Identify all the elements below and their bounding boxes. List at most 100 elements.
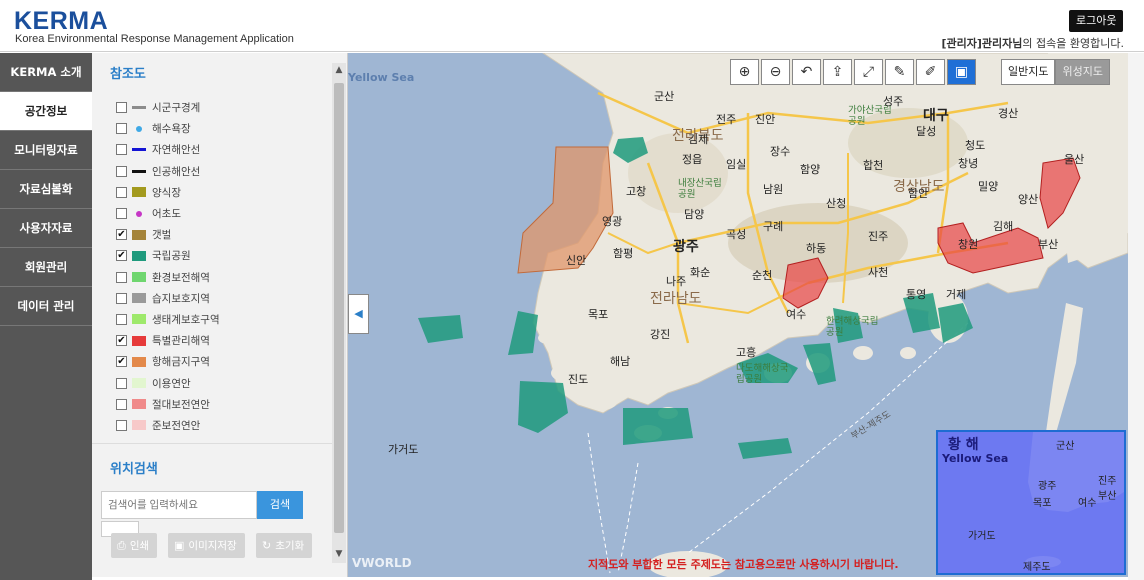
nav-item-user-data[interactable]: 사용자자료: [0, 209, 92, 248]
island-8: [538, 332, 558, 344]
label-sinan: 신안: [566, 254, 587, 267]
layer-checkbox[interactable]: [116, 102, 127, 114]
reset-button[interactable]: ↻ 초기화: [256, 533, 313, 558]
national-park-3: [508, 311, 538, 355]
share-icon[interactable]: ⇪: [823, 59, 852, 85]
minimap-label-sea-kr: 황 해: [948, 437, 979, 453]
zoom-in-icon[interactable]: ⊕: [730, 59, 759, 85]
layer-row[interactable]: 어초도: [116, 203, 220, 224]
save-image-button[interactable]: ▣ 이미지저장: [168, 533, 245, 558]
layer-row[interactable]: ✔ 국립공원: [116, 245, 220, 266]
label-goheung: 고흥: [736, 346, 757, 359]
layer-row[interactable]: 해수욕장: [116, 118, 220, 139]
scroll-up-icon[interactable]: ▲: [332, 65, 346, 75]
label-yellow-sea: Yellow Sea: [348, 71, 415, 84]
layer-label: 환경보전해역: [152, 271, 210, 284]
refresh-icon[interactable]: ↶: [792, 59, 821, 85]
label-imsil: 임실: [726, 158, 747, 171]
print-icon: ⎙: [117, 539, 126, 552]
map-view[interactable]: Yellow Sea 전라북도 전라남도 경상남도 대구 광주 군산 전주 진안…: [348, 53, 1128, 577]
overview-minimap[interactable]: 황 해 Yellow Sea 군산 광주 부산 목포 여수 진주 가거도 제주도: [936, 430, 1126, 575]
layer-row[interactable]: 습지보호지역: [116, 288, 220, 309]
nav-item-monitoring[interactable]: 모니터링자료: [0, 131, 92, 170]
fullscreen-icon[interactable]: ⤢: [854, 59, 883, 85]
minimap-label-gageodo: 가거도: [968, 531, 996, 542]
search-input[interactable]: [101, 491, 257, 519]
scroll-thumb[interactable]: [334, 83, 344, 533]
nav-item-about[interactable]: KERMA 소개: [0, 53, 92, 92]
layer-checkbox[interactable]: [116, 165, 127, 177]
normal-map-button[interactable]: 일반지도: [1001, 59, 1056, 85]
layer-checkbox[interactable]: [116, 313, 127, 325]
main-nav: KERMA 소개 공간정보 모니터링자료 자료심볼화 사용자자료 회원관리 데이…: [0, 53, 92, 580]
layer-checkbox[interactable]: [116, 123, 127, 135]
welcome-user: [관리자]관리자님: [941, 37, 1023, 50]
layer-row[interactable]: 준보전연안: [116, 415, 220, 436]
layer-label: 갯벌: [152, 229, 172, 242]
label-daegu: 대구: [923, 108, 949, 124]
label-yeonggwang: 영광: [602, 215, 623, 228]
label-yeosu: 여수: [786, 308, 807, 321]
layer-row[interactable]: 인공해안선: [116, 161, 220, 182]
layer-checkbox[interactable]: ✔: [116, 250, 127, 262]
location-search-title: 위치검색: [110, 462, 158, 477]
layer-checkbox[interactable]: [116, 186, 127, 198]
header: KERMA Korea Environmental Response Manag…: [0, 0, 1144, 52]
layer-swatch: [132, 106, 146, 110]
scroll-down-icon[interactable]: ▼: [332, 549, 346, 559]
layer-checkbox[interactable]: [116, 144, 127, 156]
layer-row[interactable]: 자연해안선: [116, 139, 220, 160]
nav-item-symbology[interactable]: 자료심볼화: [0, 170, 92, 209]
layer-row[interactable]: 생태계보호구역: [116, 309, 220, 330]
layer-checkbox[interactable]: [116, 377, 127, 389]
layer-checkbox[interactable]: ✔: [116, 356, 127, 368]
zoom-out-icon[interactable]: ⊖: [761, 59, 790, 85]
layer-swatch: [136, 210, 142, 217]
nav-item-spatial[interactable]: 공간정보: [0, 92, 92, 131]
layer-checkbox[interactable]: [116, 419, 127, 431]
page-scroll-strip: [1128, 53, 1144, 580]
layer-swatch: [136, 125, 142, 132]
layer-swatch: [132, 335, 146, 346]
minimap-icon[interactable]: ▣: [947, 59, 976, 85]
layer-row[interactable]: 양식장: [116, 182, 220, 203]
logout-button[interactable]: 로그아웃: [1069, 10, 1124, 32]
panel-divider: [92, 443, 332, 444]
layer-checkbox[interactable]: ✔: [116, 229, 127, 241]
collapse-panel-button[interactable]: ◀: [348, 294, 369, 334]
panel-scrollbar[interactable]: ▲ ▼: [332, 63, 346, 563]
layer-row[interactable]: 환경보전해역: [116, 267, 220, 288]
layer-row[interactable]: ✔ 갯벌: [116, 224, 220, 245]
nav-item-members[interactable]: 회원관리: [0, 248, 92, 287]
layer-row[interactable]: 시군구경계: [116, 97, 220, 118]
label-gokseong: 곡성: [726, 228, 747, 241]
label-cheongdo: 청도: [965, 139, 986, 152]
pen-icon[interactable]: ✎: [885, 59, 914, 85]
layer-label: 국립공원: [152, 250, 191, 263]
layer-row[interactable]: ✔ 항해금지구역: [116, 351, 220, 372]
edit-icon[interactable]: ✐: [916, 59, 945, 85]
label-jangsu: 장수: [770, 145, 791, 158]
satellite-map-button[interactable]: 위성지도: [1055, 59, 1110, 85]
label-naejang-park: 내장산국립공원: [678, 178, 722, 200]
layer-label: 인공해안선: [152, 165, 201, 178]
layer-checkbox[interactable]: [116, 292, 127, 304]
layer-row[interactable]: 이용연안: [116, 372, 220, 393]
chevron-left-icon: ◀: [354, 307, 363, 320]
search-button[interactable]: 검색: [257, 491, 303, 519]
layer-checkbox[interactable]: ✔: [116, 335, 127, 347]
layer-row[interactable]: 절대보전연안: [116, 394, 220, 415]
label-ulsan: 울산: [1064, 153, 1085, 166]
app-logo[interactable]: KERMA: [14, 7, 108, 36]
label-haenam: 해남: [610, 355, 631, 368]
layer-checkbox[interactable]: [116, 398, 127, 410]
layer-label: 어초도: [152, 208, 181, 221]
layer-checkbox[interactable]: [116, 271, 127, 283]
layer-row[interactable]: ✔ 특별관리해역: [116, 330, 220, 351]
print-button[interactable]: ⎙ 인쇄: [111, 533, 158, 558]
reset-label: 초기화: [275, 540, 305, 552]
layer-checkbox[interactable]: [116, 208, 127, 220]
label-gimhae: 김해: [993, 220, 1014, 233]
layer-swatch: [132, 187, 146, 198]
nav-item-data-admin[interactable]: 데이터 관리: [0, 287, 92, 326]
